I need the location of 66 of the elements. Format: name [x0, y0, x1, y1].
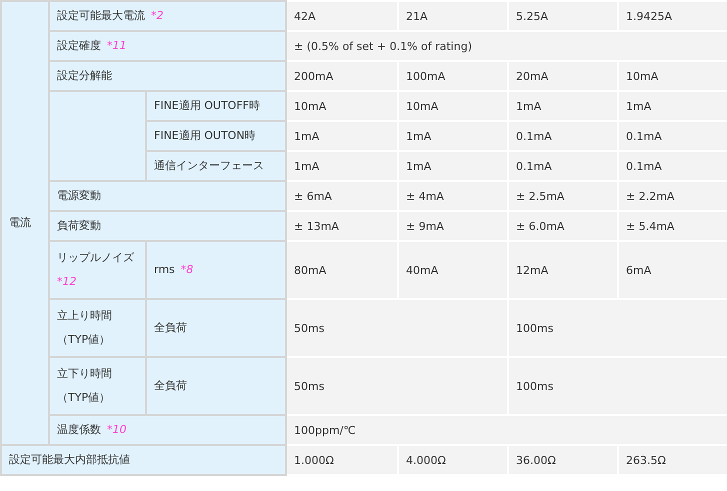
table-cell: ± 2.2mA	[618, 181, 727, 211]
table-cell: 1mA	[398, 121, 508, 151]
table-cell: 6mA	[618, 241, 727, 299]
table-cell: ± 6.0mA	[508, 211, 618, 241]
footnote-mark: *12	[57, 274, 78, 290]
table-cell: 100ms	[508, 357, 727, 415]
table-cell: 10mA	[618, 61, 727, 91]
table-cell: 0.1mA	[508, 121, 618, 151]
row-label: リップルノイズ	[57, 250, 135, 266]
footnote-mark: *8	[180, 263, 194, 276]
table-cell: 1.000Ω	[286, 445, 398, 475]
table-cell: 設定可能最大内部抵抗値	[1, 445, 286, 475]
row-label: 設定可能最大電流	[57, 9, 145, 22]
table-cell: ± (0.5% of set + 0.1% of rating)	[286, 31, 727, 61]
table-cell: 5.25A	[508, 1, 618, 31]
table-cell: 4.000Ω	[398, 445, 508, 475]
row-label: 負荷変動	[57, 219, 101, 232]
table-cell: 40mA	[398, 241, 508, 299]
table-cell: 100ppm/℃	[286, 415, 727, 445]
table-cell: 0.1mA	[618, 151, 727, 181]
row-label: 全負荷	[154, 379, 187, 392]
table-cell: 12mA	[508, 241, 618, 299]
table-cell: 1mA	[286, 151, 398, 181]
row-label: 全負荷	[154, 321, 187, 334]
row-label: FINE適用 OUTOFF時	[154, 99, 260, 112]
table-cell: 10mA	[286, 91, 398, 121]
row-label: 温度係数	[57, 423, 101, 436]
table-cell: 1mA	[618, 91, 727, 121]
table-cell: 50ms	[286, 299, 508, 357]
row-label: 設定分解能	[57, 69, 112, 82]
table-cell: 263.5Ω	[618, 445, 727, 475]
table-cell: ± 5.4mA	[618, 211, 727, 241]
row-label: FINE適用 OUTON時	[154, 129, 256, 142]
footnote-mark: *10	[107, 423, 126, 436]
table-cell: ± 6mA	[286, 181, 398, 211]
row-qualifier: （TYP値）	[57, 390, 112, 406]
table-cell: 20mA	[508, 61, 618, 91]
group-label: 電流	[1, 1, 49, 445]
table-cell: 10mA	[398, 91, 508, 121]
table-cell: 21A	[398, 1, 508, 31]
row-qualifier: （TYP値）	[57, 332, 112, 348]
table-cell: 100ms	[508, 299, 727, 357]
table-cell: 200mA	[286, 61, 398, 91]
table-cell: 50ms	[286, 357, 508, 415]
table-cell: ± 4mA	[398, 181, 508, 211]
table-cell: 100mA	[398, 61, 508, 91]
table-cell: 1mA	[508, 91, 618, 121]
row-label: rms	[154, 263, 175, 276]
footnote-mark: *11	[107, 39, 126, 52]
table-cell: 0.1mA	[618, 121, 727, 151]
table-cell: 1.9425A	[618, 1, 727, 31]
table-cell: 36.00Ω	[508, 445, 618, 475]
row-label: 通信インターフェース	[154, 159, 264, 172]
table-cell: 1mA	[286, 121, 398, 151]
row-label: 電源変動	[57, 189, 101, 202]
row-label: 設定確度	[57, 39, 101, 52]
table-cell: 0.1mA	[508, 151, 618, 181]
table-cell: 80mA	[286, 241, 398, 299]
table-cell: ± 2.5mA	[508, 181, 618, 211]
footnote-mark: *2	[151, 9, 164, 22]
table-cell: ± 13mA	[286, 211, 398, 241]
table-cell: 42A	[286, 1, 398, 31]
row-label: 立下り時間	[57, 366, 113, 382]
table-cell: ± 9mA	[398, 211, 508, 241]
table-cell: 1mA	[398, 151, 508, 181]
row-label: 立上り時間	[57, 308, 113, 324]
